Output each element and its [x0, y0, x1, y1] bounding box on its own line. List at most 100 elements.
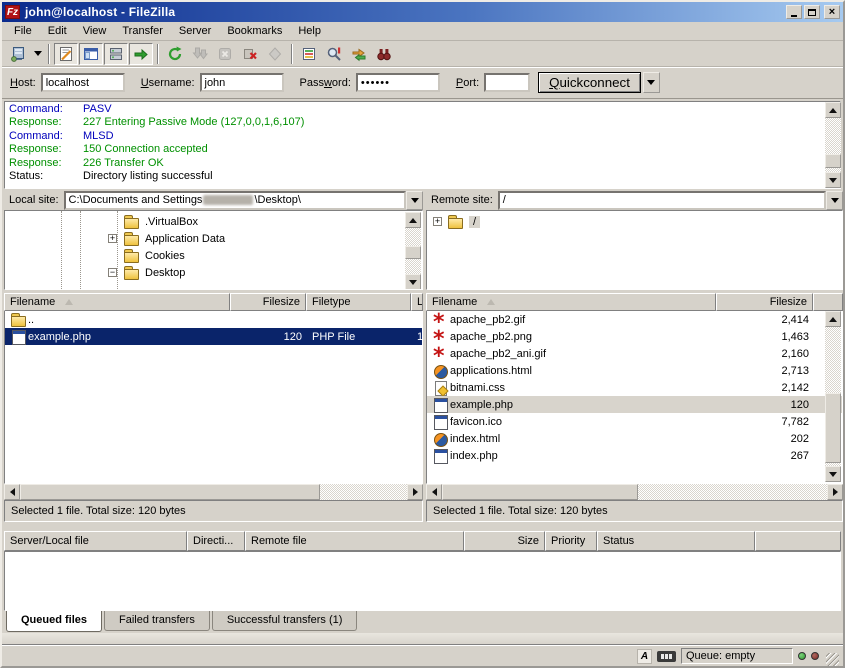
transfer-queue-list[interactable]	[4, 551, 841, 611]
column-header-size[interactable]: Size	[464, 531, 545, 551]
remote-horizontal-scrollbar[interactable]	[426, 484, 843, 500]
column-header-filesize[interactable]: Filesize	[716, 293, 813, 311]
quickconnect-button[interactable]: Quickconnect	[538, 72, 641, 93]
local-horizontal-scrollbar[interactable]	[4, 484, 423, 500]
tree-expand-icon[interactable]: +	[108, 234, 117, 243]
toggle-remote-tree-button[interactable]	[104, 43, 128, 65]
tree-item-root[interactable]: /	[447, 213, 480, 230]
column-header-remote-file[interactable]: Remote file	[245, 531, 464, 551]
table-row[interactable]: apache_pb2_ani.gif 2,160	[427, 345, 842, 362]
site-manager-dropdown[interactable]	[31, 43, 44, 65]
remote-path-input[interactable]: /	[498, 191, 826, 210]
find-button[interactable]	[372, 43, 396, 65]
table-row[interactable]: index.html 202	[427, 430, 842, 447]
process-queue-button[interactable]	[188, 43, 212, 65]
port-input[interactable]	[484, 73, 530, 92]
tree-item-application-data[interactable]: Application Data	[123, 230, 225, 247]
scrollbar-thumb[interactable]	[20, 484, 320, 500]
local-path-dropdown[interactable]	[406, 191, 423, 210]
table-row[interactable]: bitnami.css 2,142	[427, 379, 842, 396]
scroll-down-button[interactable]	[405, 274, 421, 290]
disconnect-button[interactable]	[238, 43, 262, 65]
speed-limit-icon[interactable]	[657, 651, 676, 662]
open-folder-icon	[447, 215, 463, 229]
site-manager-button[interactable]	[6, 43, 30, 65]
menu-edit[interactable]: Edit	[40, 23, 75, 39]
close-button[interactable]: ×	[824, 5, 840, 19]
scroll-up-button[interactable]	[405, 212, 421, 228]
username-input[interactable]: john	[200, 73, 284, 92]
scrollbar-thumb[interactable]	[825, 393, 841, 463]
toggle-local-tree-button[interactable]	[79, 43, 103, 65]
tree-expand-icon[interactable]: +	[433, 217, 442, 226]
host-input[interactable]: localhost	[41, 73, 125, 92]
column-header-modified[interactable]: L	[411, 293, 423, 311]
column-header-filename[interactable]: Filename	[4, 293, 230, 311]
table-row[interactable]: apache_pb2.png 1,463	[427, 328, 842, 345]
log-scrollbar[interactable]	[825, 102, 841, 188]
scroll-right-button[interactable]	[407, 484, 423, 500]
scrollbar-thumb[interactable]	[405, 246, 421, 259]
scrollbar-thumb[interactable]	[825, 154, 841, 168]
local-directory-tree[interactable]: .VirtualBox Application Data + Cookies D…	[4, 210, 423, 290]
file-icon	[432, 313, 448, 327]
table-row[interactable]: apache_pb2.gif 2,414	[427, 311, 842, 328]
local-tree-scrollbar[interactable]	[405, 212, 421, 290]
menu-help[interactable]: Help	[290, 23, 329, 39]
table-row[interactable]: applications.html 2,713	[427, 362, 842, 379]
remote-list-scrollbar[interactable]	[825, 311, 841, 482]
tab-queued-files[interactable]: Queued files	[6, 611, 102, 632]
column-header-priority[interactable]: Priority	[545, 531, 597, 551]
cancel-operation-button[interactable]	[213, 43, 237, 65]
tab-failed-transfers[interactable]: Failed transfers	[104, 611, 210, 631]
tree-collapse-icon[interactable]: −	[108, 268, 117, 277]
disconnect-icon	[242, 46, 258, 62]
pane-splitter[interactable]	[2, 522, 843, 531]
remote-path-dropdown[interactable]	[826, 191, 843, 210]
remote-directory-tree[interactable]: + /	[426, 210, 843, 290]
column-header-direction[interactable]: Directi...	[187, 531, 245, 551]
transfer-type-icon[interactable]: A	[637, 649, 652, 664]
sync-browsing-button[interactable]	[347, 43, 371, 65]
maximize-button[interactable]	[804, 5, 820, 19]
scroll-up-button[interactable]	[825, 102, 841, 118]
scroll-right-button[interactable]	[827, 484, 843, 500]
column-header-status[interactable]: Status	[597, 531, 755, 551]
tree-item-desktop[interactable]: Desktop	[123, 264, 185, 281]
menu-transfer[interactable]: Transfer	[114, 23, 171, 39]
quickconnect-dropdown[interactable]	[643, 72, 660, 93]
menu-view[interactable]: View	[75, 23, 115, 39]
scroll-down-button[interactable]	[825, 466, 841, 482]
local-path-input[interactable]: C:\Documents and Settings\Desktop\	[64, 191, 406, 210]
tree-item-virtualbox[interactable]: .VirtualBox	[123, 213, 198, 230]
tab-successful-transfers[interactable]: Successful transfers (1)	[212, 611, 358, 631]
menu-bookmarks[interactable]: Bookmarks	[219, 23, 290, 39]
scroll-down-button[interactable]	[825, 172, 841, 188]
toggle-queue-button[interactable]	[129, 43, 153, 65]
tree-item-cookies[interactable]: Cookies	[123, 247, 185, 264]
column-header-server-local-file[interactable]: Server/Local file	[4, 531, 187, 551]
scroll-left-button[interactable]	[4, 484, 20, 500]
column-header-filename[interactable]: Filename	[426, 293, 716, 311]
reconnect-button[interactable]	[263, 43, 287, 65]
menu-file[interactable]: File	[6, 23, 40, 39]
table-row[interactable]: index.php 267	[427, 447, 842, 464]
menu-server[interactable]: Server	[171, 23, 219, 39]
scrollbar-thumb[interactable]	[442, 484, 638, 500]
column-header-filesize[interactable]: Filesize	[230, 293, 306, 311]
table-row[interactable]: ..	[5, 311, 422, 328]
toggle-message-log-button[interactable]	[54, 43, 78, 65]
title-bar[interactable]: Fz john@localhost - FileZilla ×	[2, 2, 843, 22]
table-row[interactable]: favicon.ico 7,782	[427, 413, 842, 430]
compare-button[interactable]	[322, 43, 346, 65]
password-input[interactable]: ••••••	[356, 73, 440, 92]
scroll-left-button[interactable]	[426, 484, 442, 500]
column-header-filetype[interactable]: Filetype	[306, 293, 411, 311]
filter-button[interactable]	[297, 43, 321, 65]
refresh-button[interactable]	[163, 43, 187, 65]
minimize-button[interactable]	[786, 5, 802, 19]
table-row-selected[interactable]: example.php 120 PHP File 1	[5, 328, 422, 345]
scroll-up-button[interactable]	[825, 311, 841, 327]
table-row-selected-inactive[interactable]: example.php 120	[427, 396, 842, 413]
resize-grip-icon[interactable]	[826, 653, 839, 666]
